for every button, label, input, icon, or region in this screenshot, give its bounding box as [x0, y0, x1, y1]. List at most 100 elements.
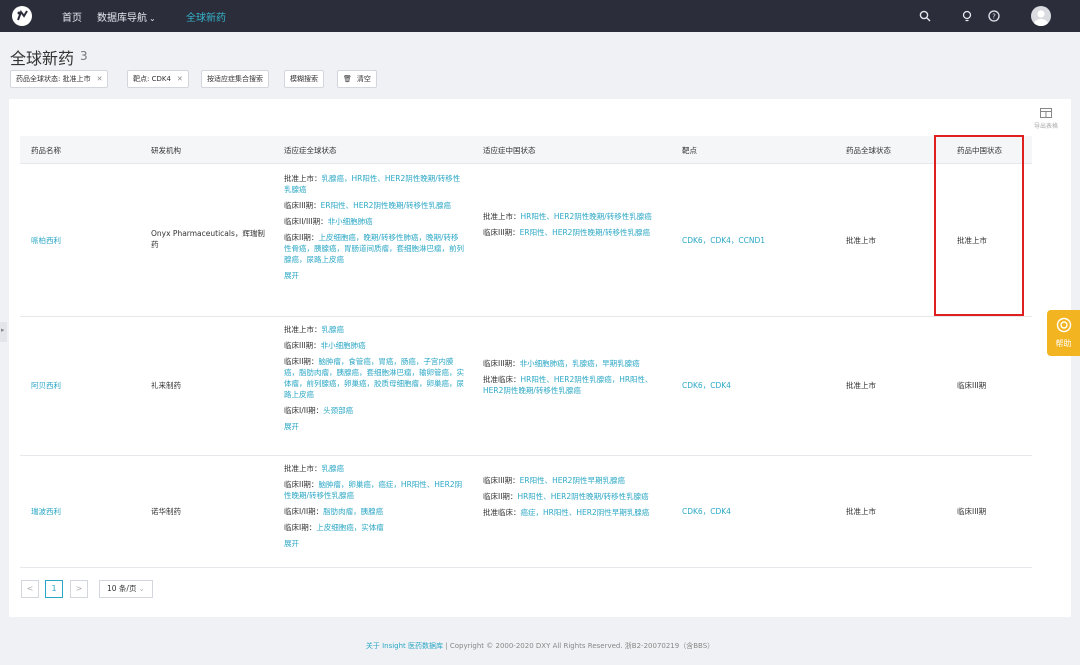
- drug-name-link[interactable]: 哌柏西利: [31, 235, 61, 246]
- phase-label: 临床II期：: [284, 233, 319, 242]
- indication-entry: 临床III期：ER阳性、HER2阴性晚期/转移性乳腺癌: [483, 227, 663, 238]
- filter-chip-target[interactable]: 靶点: CDK4 ✕: [127, 70, 189, 88]
- indication-search-button[interactable]: 按适应症集合搜索: [201, 70, 269, 88]
- column-header[interactable]: 药品名称: [31, 145, 61, 156]
- column-header[interactable]: 适应症中国状态: [483, 145, 536, 156]
- row-divider: [20, 455, 1032, 456]
- page-size-select[interactable]: 10 条/页 ⌄: [99, 580, 153, 598]
- column-header[interactable]: 适应症全球状态: [284, 145, 337, 156]
- target-link[interactable]: CDK6，CDK4: [682, 380, 731, 391]
- indication-entry: 批准临床：HR阳性、HER2阴性乳腺癌，HR阳性、HER2阴性晚期/转移性乳腺癌: [483, 374, 663, 396]
- phase-label: 临床I期：: [284, 523, 317, 532]
- indication-entry: 临床II/III期：非小细胞肺癌: [284, 216, 464, 227]
- nav-home[interactable]: 首页: [62, 9, 82, 24]
- indication-link[interactable]: 头颈部癌: [323, 406, 353, 415]
- nav-database[interactable]: 数据库导航 ⌄: [97, 9, 156, 24]
- global-indication-cell: 批准上市：乳腺癌 临床III期：非小细胞肺癌 临床II期：脑肿瘤，食管癌，胃癌，…: [284, 324, 464, 432]
- indication-link[interactable]: 脂肪肉瘤，胰腺癌: [323, 507, 383, 516]
- indication-link[interactable]: ER阳性、HER2阴性晚期/转移性乳腺癌: [321, 201, 451, 210]
- indication-link[interactable]: 非小细胞肺癌: [328, 217, 373, 226]
- phase-label: 临床III期：: [483, 359, 520, 368]
- china-indication-cell: 批准上市：HR阳性、HER2阴性晚期/转移性乳腺癌 临床III期：ER阳性、HE…: [483, 211, 663, 243]
- phase-label: 临床I/II期：: [284, 507, 324, 516]
- expand-link[interactable]: 展开: [284, 421, 464, 432]
- indication-link[interactable]: ER阳性、HER2阴性早期乳腺癌: [520, 476, 625, 485]
- indication-entry: 临床II期：脑肿瘤，卵巢癌，癌症，HR阳性、HER2阴性晚期/转移性乳腺癌: [284, 479, 464, 501]
- target-link[interactable]: CDK6，CDK4，CCND1: [682, 235, 765, 246]
- svg-text:?: ?: [992, 13, 996, 21]
- nav-global-new-drugs[interactable]: 全球新药: [186, 9, 226, 24]
- indication-entry: 临床III期：非小细胞肺癌: [284, 340, 464, 351]
- sidebar-toggle[interactable]: ▸: [0, 322, 7, 342]
- indication-link[interactable]: 非小细胞肺癌，乳腺癌，早期乳腺癌: [520, 359, 640, 368]
- export-button[interactable]: 导出表格: [1030, 108, 1062, 130]
- org-cell: 诺华制药: [151, 507, 181, 516]
- page-title: 全球新药: [10, 49, 75, 68]
- phase-label: 临床III期：: [284, 341, 321, 350]
- indication-link[interactable]: 癌症，HR阳性、HER2阴性早期乳腺癌: [521, 508, 650, 517]
- indication-entry: 临床II期：脑肿瘤，食管癌，胃癌，肠癌，子宫内膜癌，脂肪肉瘤，胰腺癌，套细胞淋巴…: [284, 356, 464, 400]
- org-cell: 礼来制药: [151, 381, 181, 390]
- column-header[interactable]: 靶点: [682, 145, 697, 156]
- help-button[interactable]: 帮助: [1047, 310, 1080, 356]
- global-status-cell: 批准上市: [846, 507, 876, 516]
- logo-icon[interactable]: [12, 6, 32, 26]
- indication-link[interactable]: ER阳性、HER2阴性晚期/转移性乳腺癌: [520, 228, 650, 237]
- phase-label: 批准临床：: [483, 508, 521, 517]
- phase-label: 临床II/III期：: [284, 217, 328, 226]
- china-status-cell: 临床III期: [957, 381, 987, 390]
- phase-label: 批准上市：: [483, 212, 521, 221]
- chevron-down-icon: ⌄: [138, 584, 145, 593]
- indication-entry: 临床III期：ER阳性、HER2阴性早期乳腺癌: [483, 475, 663, 486]
- org-cell: Onyx Pharmaceuticals，辉瑞制药: [151, 229, 265, 249]
- result-count: 3: [80, 49, 88, 63]
- chevron-down-icon: ⌄: [149, 14, 156, 23]
- phase-label: 临床II期：: [284, 357, 319, 366]
- indication-entry: 批准上市：HR阳性、HER2阴性晚期/转移性乳腺癌: [483, 211, 663, 222]
- china-indication-cell: 临床III期：非小细胞肺癌，乳腺癌，早期乳腺癌 批准临床：HR阳性、HER2阴性…: [483, 358, 663, 401]
- bulb-icon[interactable]: [961, 10, 973, 22]
- indication-link[interactable]: 上皮细胞癌，实体瘤: [316, 523, 384, 532]
- indication-link[interactable]: 乳腺癌: [322, 325, 345, 334]
- phase-label: 临床II期：: [284, 480, 319, 489]
- close-icon[interactable]: ✕: [177, 75, 183, 83]
- drug-name-link[interactable]: 瑞波西利: [31, 506, 61, 517]
- column-header[interactable]: 研发机构: [151, 145, 181, 156]
- trash-icon: 🗑: [343, 75, 352, 83]
- page-1-button[interactable]: 1: [45, 580, 63, 598]
- global-status-cell: 批准上市: [846, 381, 876, 390]
- avatar-icon[interactable]: [1031, 6, 1051, 26]
- clear-button[interactable]: 🗑 清空: [337, 70, 377, 88]
- indication-entry: 临床III期：非小细胞肺癌，乳腺癌，早期乳腺癌: [483, 358, 663, 369]
- indication-entry: 批准临床：癌症，HR阳性、HER2阴性早期乳腺癌: [483, 507, 663, 518]
- about-link[interactable]: 关于 Insight 医药数据库: [366, 642, 443, 650]
- indication-link[interactable]: 非小细胞肺癌: [321, 341, 366, 350]
- filter-chip-global-status[interactable]: 药品全球状态: 批准上市 ✕: [10, 70, 109, 88]
- help-circle-icon[interactable]: ?: [988, 10, 1000, 22]
- indication-link[interactable]: 乳腺癌: [322, 464, 345, 473]
- search-icon[interactable]: [919, 10, 931, 22]
- chevron-right-icon: ▸: [1, 326, 5, 334]
- phase-label: 临床III期：: [284, 201, 321, 210]
- nav-database-label: 数据库导航: [97, 13, 147, 24]
- filter-chip-label: 靶点: CDK4: [133, 75, 171, 83]
- global-indication-cell: 批准上市：乳腺癌 临床II期：脑肿瘤，卵巢癌，癌症，HR阳性、HER2阴性晚期/…: [284, 463, 464, 549]
- phase-label: 临床III期：: [483, 228, 520, 237]
- drug-name-link[interactable]: 阿贝西利: [31, 380, 61, 391]
- next-page-button[interactable]: >: [70, 580, 88, 598]
- column-header[interactable]: 药品全球状态: [846, 145, 891, 156]
- expand-link[interactable]: 展开: [284, 270, 464, 281]
- global-indication-cell: 批准上市：乳腺癌，HR阳性、HER2阴性晚期/转移性乳腺癌 临床III期：ER阳…: [284, 173, 464, 281]
- fuzzy-search-button[interactable]: 模糊搜索: [284, 70, 324, 88]
- indication-entry: 临床II期：HR阳性、HER2阴性晚期/转移性乳腺癌: [483, 491, 663, 502]
- indication-entry: 临床II期：上皮细胞癌，晚期/转移性肺癌，晚期/转移性骨癌，胰腺癌，胃肠道间质瘤…: [284, 232, 464, 265]
- china-status-cell: 临床III期: [957, 507, 987, 516]
- close-icon[interactable]: ✕: [97, 75, 103, 83]
- clear-label: 清空: [356, 75, 371, 83]
- export-icon: [1040, 108, 1052, 118]
- prev-page-button[interactable]: <: [21, 580, 39, 598]
- indication-link[interactable]: HR阳性、HER2阴性晚期/转移性乳腺癌: [521, 212, 652, 221]
- indication-link[interactable]: HR阳性、HER2阴性晚期/转移性乳腺癌: [517, 492, 648, 501]
- expand-link[interactable]: 展开: [284, 538, 464, 549]
- target-link[interactable]: CDK6，CDK4: [682, 506, 731, 517]
